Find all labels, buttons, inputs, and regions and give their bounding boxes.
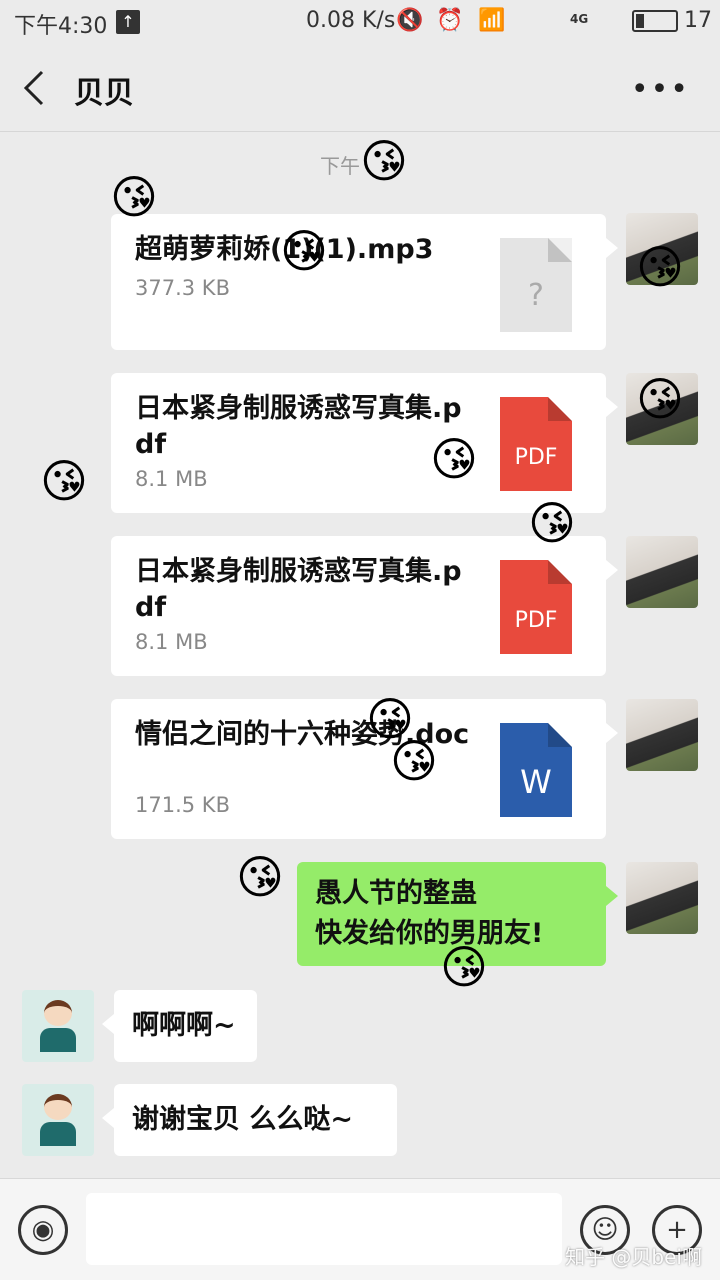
avatar-contact[interactable] [22, 1084, 94, 1156]
network-type: 4G [570, 12, 589, 26]
word-file-icon: W [500, 723, 572, 817]
wifi-icon: 📶 [478, 8, 506, 33]
file-name: 日本紧身制服诱惑写真集.pdf [135, 556, 462, 623]
watermark: 知乎 @贝bei啊 [565, 1245, 702, 1269]
file-size: 8.1 MB [135, 630, 208, 654]
kiss-emoji-sticker: 😘 [360, 134, 408, 188]
file-message-pdf[interactable]: 日本紧身制服诱惑写真集.pdf 8.1 MB PDF [111, 373, 618, 513]
kiss-emoji-sticker: 😘 [528, 496, 576, 550]
pdf-file-icon: PDF [500, 560, 572, 654]
text-message-in[interactable]: 啊啊啊~ [102, 990, 257, 1062]
chat-header: 贝贝 ••• [0, 44, 720, 132]
file-message-mp3[interactable]: 超萌萝莉娇(1)(1).mp3 377.3 KB ? [111, 214, 618, 350]
upload-icon: ↑ [116, 10, 140, 34]
message-line-2: 快发给你的男朋友! [315, 918, 544, 949]
avatar-me[interactable] [626, 699, 698, 771]
alarm-icon: ⏰ [436, 8, 464, 33]
file-name: 日本紧身制服诱惑写真集.pdf [135, 393, 462, 460]
message-input[interactable] [86, 1193, 562, 1265]
chevron-left-icon[interactable] [22, 70, 46, 106]
avatar-me[interactable] [626, 862, 698, 934]
status-bar: 下午4:30 ↑ 0.08 K/s 🔇 ⏰ 📶 4G 17 [0, 0, 720, 44]
network-speed: 0.08 K/s [306, 8, 396, 33]
file-message-doc[interactable]: 情侣之间的十六种姿势.doc 171.5 KB W [111, 699, 618, 839]
chat-title: 贝贝 [74, 76, 134, 111]
kiss-emoji-sticker: 😘 [236, 850, 284, 904]
kiss-emoji-sticker: 😘 [280, 224, 328, 278]
message-line-1: 愚人节的整蛊 [315, 878, 477, 909]
voice-icon[interactable]: ◉ [18, 1205, 68, 1255]
kiss-emoji-sticker: 😘 [430, 432, 478, 486]
timestamp: 下午 [320, 154, 360, 178]
file-size: 8.1 MB [135, 467, 208, 491]
more-options-icon[interactable]: ••• [631, 72, 690, 107]
file-message-pdf[interactable]: 日本紧身制服诱惑写真集.pdf 8.1 MB PDF [111, 536, 618, 676]
avatar-me[interactable] [626, 536, 698, 608]
text-message-in[interactable]: 谢谢宝贝 么么哒~ [102, 1084, 397, 1156]
file-size: 171.5 KB [135, 793, 230, 817]
kiss-emoji-sticker: 😘 [636, 240, 684, 294]
status-time: 下午4:30 [14, 14, 108, 39]
unknown-file-icon: ? [500, 238, 572, 332]
mute-icon: 🔇 [396, 8, 424, 33]
input-bar: ◉ ☺ + 知乎 @贝bei啊 [0, 1178, 720, 1280]
kiss-emoji-sticker: 😘 [440, 940, 488, 994]
kiss-emoji-sticker: 😘 [390, 734, 438, 788]
avatar-contact[interactable] [22, 990, 94, 1062]
kiss-emoji-sticker: 😘 [110, 170, 158, 224]
message-text: 啊啊啊~ [132, 1010, 236, 1041]
message-text: 谢谢宝贝 么么哒~ [132, 1104, 354, 1135]
battery-level: 17 [684, 8, 712, 33]
kiss-emoji-sticker: 😘 [636, 372, 684, 426]
kiss-emoji-sticker: 😘 [40, 454, 88, 508]
pdf-file-icon: PDF [500, 397, 572, 491]
battery-icon [632, 10, 678, 32]
file-size: 377.3 KB [135, 276, 230, 300]
